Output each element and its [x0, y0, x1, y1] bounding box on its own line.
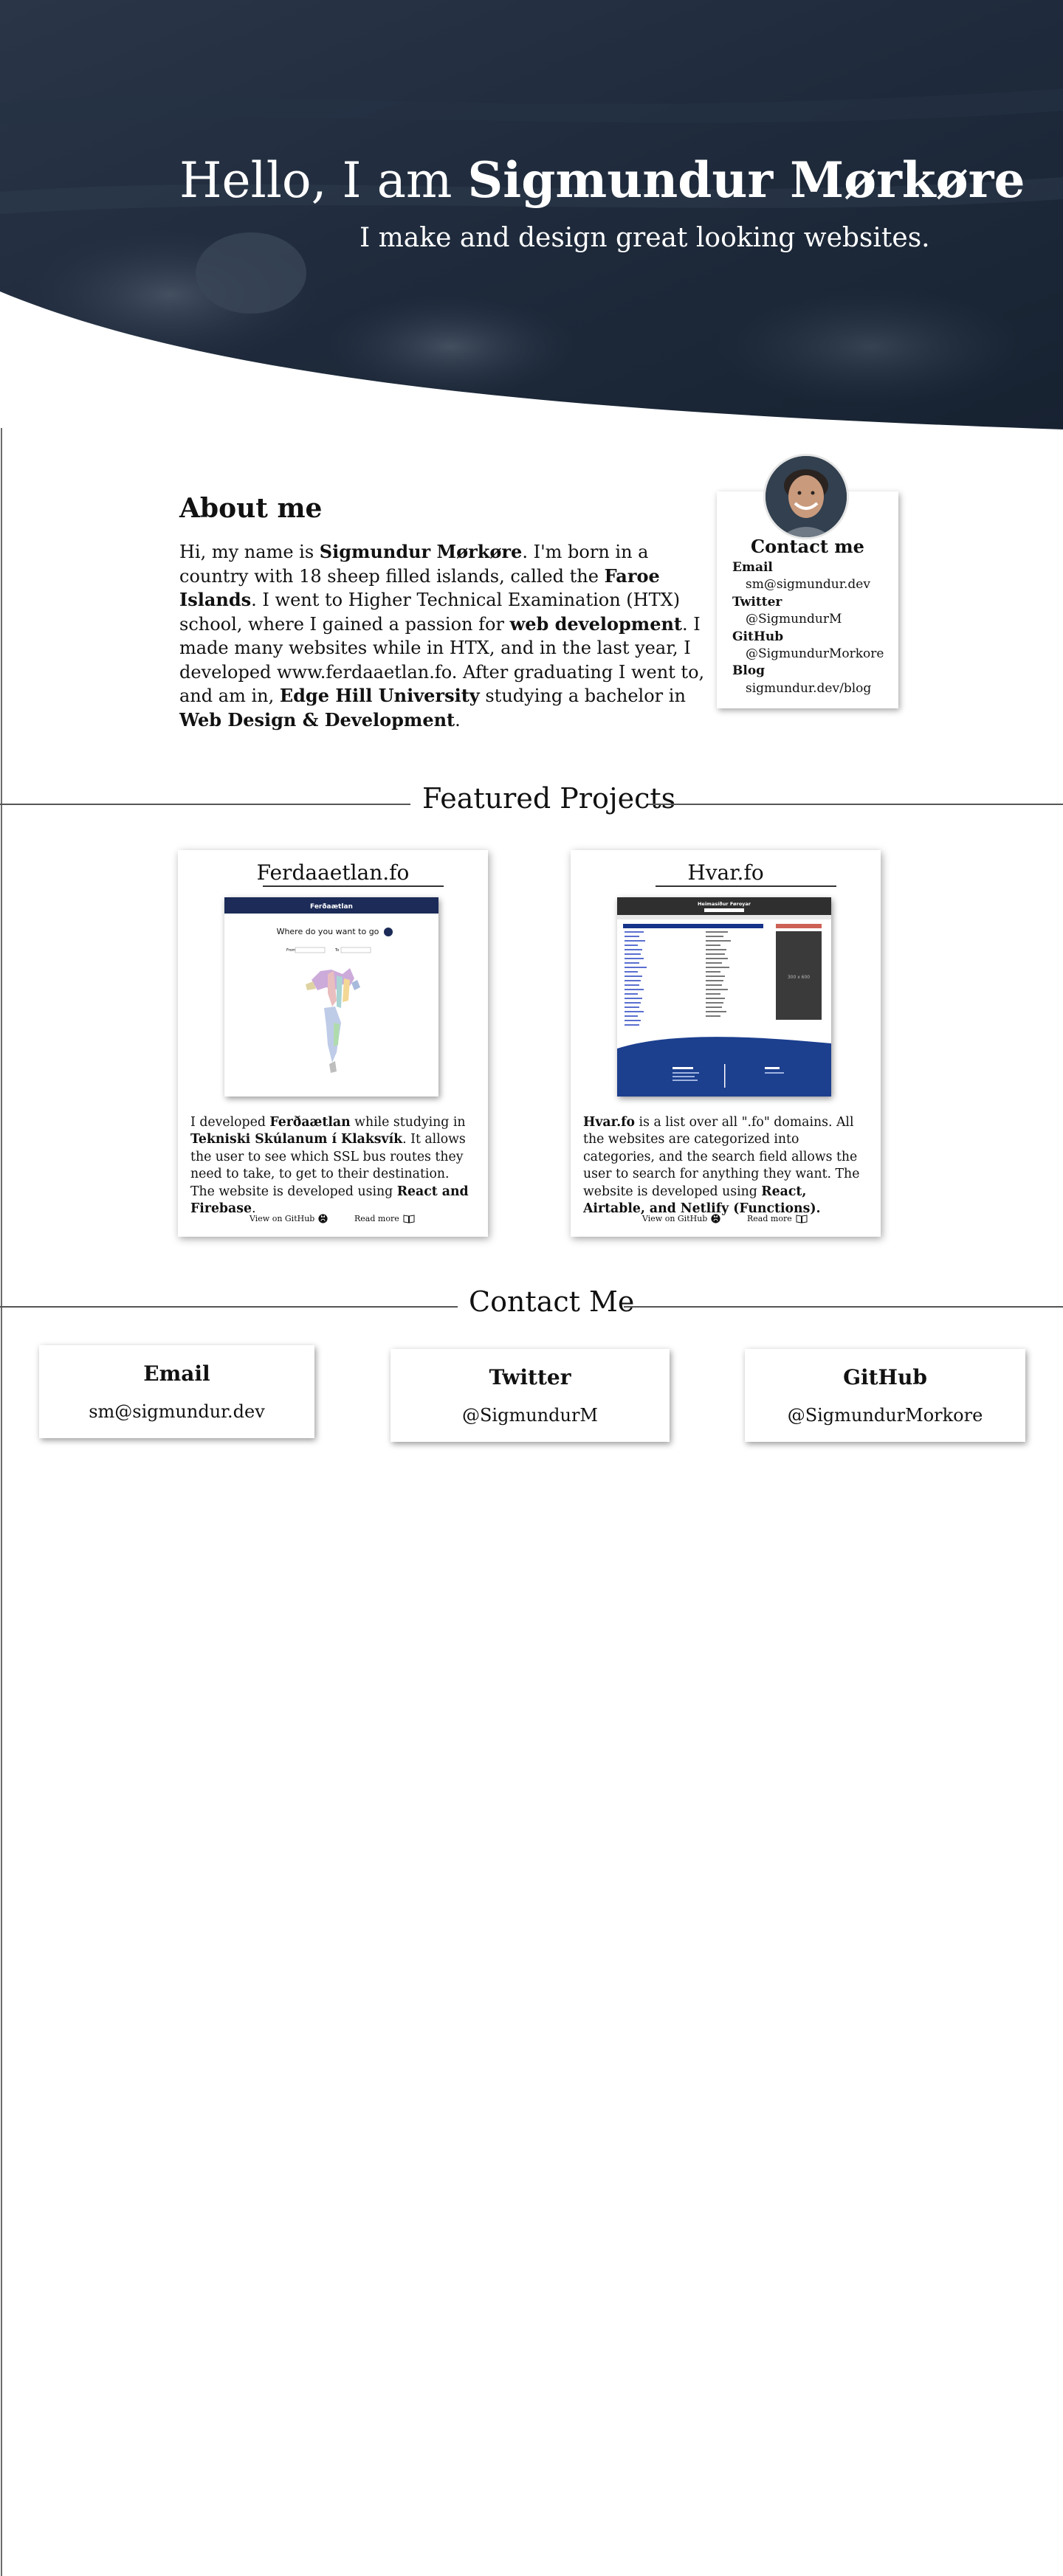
- ferdaaetlan-preview: Ferðaætlan Where do you want to go From …: [224, 897, 438, 1097]
- project-description: Hvar.fo is a list over all ".fo" domains…: [583, 1114, 867, 1218]
- read-more-label: Read more: [747, 1214, 792, 1223]
- bold-text: Ferðaætlan: [269, 1115, 351, 1130]
- bold-text: Hvar.fo: [583, 1115, 636, 1130]
- preview-header: Ferðaætlan: [310, 903, 353, 911]
- project-description: I developed Ferðaætlan while studying in…: [190, 1114, 475, 1218]
- contact-label-github: GitHub: [732, 629, 784, 644]
- project-title-underline: [656, 885, 836, 887]
- view-github-link[interactable]: View on GitHub: [250, 1214, 328, 1223]
- hero-subtitle: I make and design great looking websites…: [360, 223, 930, 253]
- contact-label-twitter: Twitter: [732, 594, 782, 610]
- about-heading: About me: [179, 493, 323, 524]
- contact-divider-left: [0, 1306, 458, 1308]
- project-title: Ferdaaetlan.fo: [256, 860, 410, 885]
- bold-text: Web Design & Development: [179, 708, 455, 731]
- text-run: studying a bachelor in: [479, 686, 686, 706]
- projects-divider-left: [0, 804, 410, 805]
- project-card-hvarfo: Hvar.fo Heimasíður Føroyar 300 x 600 Hva…: [571, 850, 881, 1237]
- contact-value-email[interactable]: sm@sigmundur.dev: [732, 576, 884, 593]
- text-run: I developed: [190, 1115, 270, 1130]
- project-screenshot[interactable]: Heimasíður Føroyar 300 x 600: [617, 897, 831, 1097]
- left-border-line: [1, 428, 2, 2576]
- contact-value-twitter[interactable]: @SigmundurM: [732, 611, 884, 628]
- view-github-label: View on GitHub: [250, 1214, 315, 1223]
- hero-title: Hello, I am Sigmundur Mørkøre: [179, 151, 1025, 209]
- hero-greeting: Hello, I am: [179, 152, 468, 209]
- preview-from-label: From: [286, 948, 296, 953]
- contact-label-blog: Blog: [732, 663, 766, 679]
- projects-heading: Featured Projects: [422, 782, 676, 815]
- avatar-portrait: [766, 456, 847, 537]
- bold-text: Edge Hill University: [279, 685, 480, 706]
- hero-background: [0, 0, 1063, 432]
- contact-box-title: Twitter: [489, 1365, 571, 1389]
- text-run: Hi, my name is: [179, 542, 320, 562]
- preview-header: Heimasíður Føroyar: [698, 901, 751, 907]
- project-screenshot[interactable]: Ferðaætlan Where do you want to go From …: [224, 897, 438, 1097]
- contact-box-title: Email: [143, 1361, 210, 1386]
- contact-value-github[interactable]: @SigmundurMorkore: [732, 646, 884, 663]
- book-icon: [796, 1214, 808, 1223]
- contact-box-value: @SigmundurMorkore: [787, 1405, 983, 1426]
- github-icon: [318, 1214, 328, 1223]
- project-title: Hvar.fo: [687, 860, 764, 885]
- read-more-link[interactable]: Read more: [747, 1214, 808, 1223]
- preview-to-label: To: [334, 948, 339, 953]
- avatar: [763, 454, 849, 539]
- preview-ad-label: 300 x 600: [788, 975, 810, 980]
- contact-box-title: GitHub: [843, 1365, 927, 1389]
- contact-value-blog[interactable]: sigmundur.dev/blog: [732, 680, 884, 697]
- bold-text: web development: [509, 612, 682, 635]
- view-github-label: View on GitHub: [642, 1214, 708, 1223]
- view-github-link[interactable]: View on GitHub: [642, 1214, 720, 1223]
- bold-text: Sigmundur Mørkøre: [319, 541, 523, 562]
- hero-name: Sigmundur Mørkøre: [467, 151, 1025, 209]
- contact-box-email[interactable]: Email sm@sigmundur.dev: [39, 1345, 314, 1438]
- bold-text: Tekniski Skúlanum í Klaksvík: [190, 1132, 403, 1147]
- read-more-link[interactable]: Read more: [354, 1214, 415, 1223]
- github-icon: [711, 1214, 720, 1223]
- text-run: .: [455, 709, 461, 731]
- contact-divider-right: [624, 1306, 1063, 1308]
- contact-box-github[interactable]: GitHub @SigmundurMorkore: [745, 1349, 1025, 1442]
- project-card-ferdaaetlan: Ferdaaetlan.fo Ferðaætlan Where do you w…: [178, 850, 488, 1237]
- projects-divider-right: [648, 804, 1063, 805]
- contact-box-value: sm@sigmundur.dev: [89, 1401, 265, 1422]
- about-paragraph: Hi, my name is Sigmundur Mørkøre. I'm bo…: [179, 540, 711, 732]
- preview-question: Where do you want to go: [277, 927, 379, 936]
- hvarfo-preview: Heimasíður Føroyar 300 x 600: [617, 897, 831, 1097]
- hero-banner: Hello, I am Sigmundur Mørkøre I make and…: [0, 0, 1063, 432]
- read-more-label: Read more: [354, 1214, 399, 1223]
- contact-box-value: @SigmundurM: [461, 1405, 599, 1426]
- contact-box-twitter[interactable]: Twitter @SigmundurM: [391, 1349, 670, 1442]
- contact-label-email: Email: [732, 560, 773, 575]
- text-run: while studying in: [350, 1115, 466, 1130]
- contact-card-list: Email sm@sigmundur.dev Twitter @Sigmundu…: [732, 559, 884, 697]
- contact-heading: Contact Me: [469, 1285, 635, 1318]
- project-title-underline: [263, 885, 444, 887]
- book-icon: [403, 1214, 415, 1223]
